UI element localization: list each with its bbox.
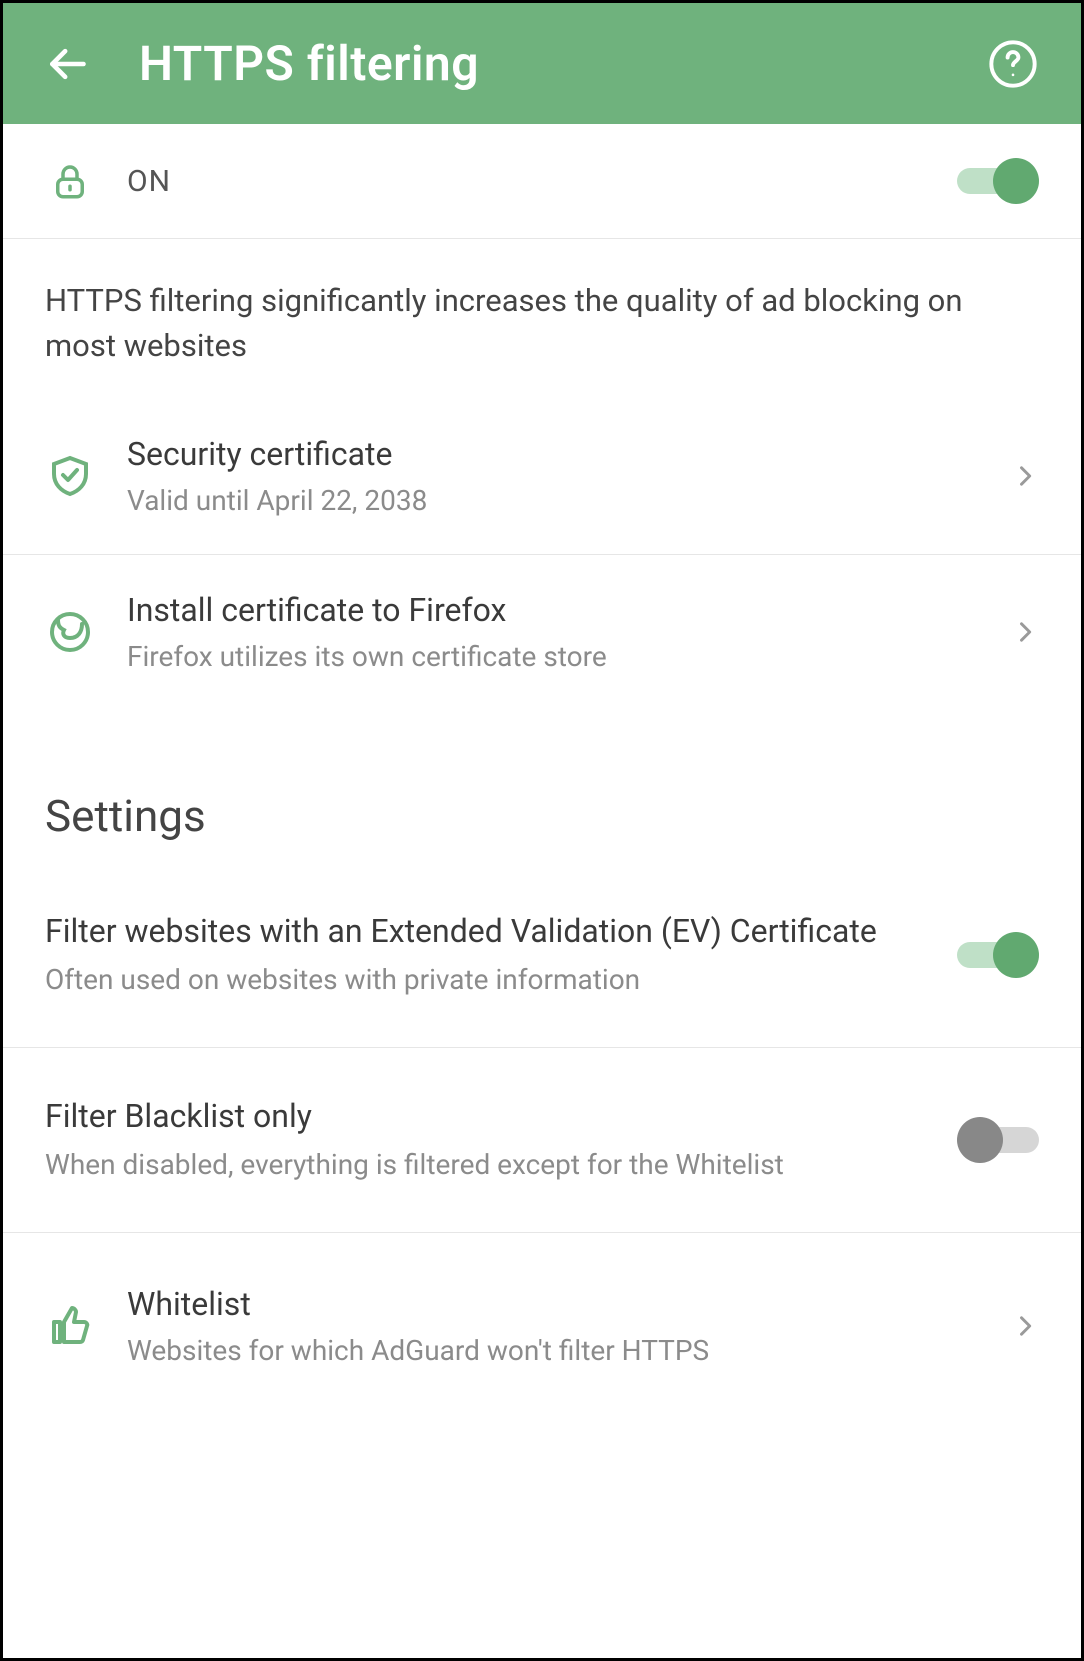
settings-section-header: Settings [3,710,1081,862]
ev-toggle[interactable] [957,932,1039,978]
whitelist-row[interactable]: Whitelist Websites for which AdGuard won… [3,1233,1081,1404]
https-toggle[interactable] [957,158,1039,204]
back-arrow-icon [45,42,89,86]
firefox-icon [46,608,94,656]
whitelist-title: Whitelist [127,1283,979,1326]
https-toggle-label: ON [127,164,925,199]
help-button[interactable] [987,38,1039,90]
install-firefox-row[interactable]: Install certificate to Firefox Firefox u… [3,555,1081,710]
firefox-subtitle: Firefox utilizes its own certificate sto… [127,638,979,676]
lock-icon [49,160,91,202]
security-cert-subtitle: Valid until April 22, 2038 [127,482,979,520]
firefox-title: Install certificate to Firefox [127,589,979,632]
app-header: HTTPS filtering [3,3,1081,124]
whitelist-subtitle: Websites for which AdGuard won't filter … [127,1332,979,1370]
https-info-text: HTTPS filtering significantly increases … [3,239,1081,399]
shield-check-icon [46,452,94,500]
ev-filter-row[interactable]: Filter websites with an Extended Validat… [3,862,1081,1048]
chevron-right-icon [1011,618,1039,646]
ev-title: Filter websites with an Extended Validat… [45,911,927,953]
blacklist-title: Filter Blacklist only [45,1096,927,1138]
chevron-right-icon [1011,462,1039,490]
security-cert-title: Security certificate [127,433,979,476]
chevron-right-icon [1011,1312,1039,1340]
page-title: HTTPS filtering [139,35,937,92]
thumbs-up-icon [46,1302,94,1350]
help-icon [987,38,1039,90]
security-certificate-row[interactable]: Security certificate Valid until April 2… [3,399,1081,555]
blacklist-filter-row[interactable]: Filter Blacklist only When disabled, eve… [3,1048,1081,1233]
https-filtering-toggle-row[interactable]: ON [3,124,1081,239]
blacklist-subtitle: When disabled, everything is filtered ex… [45,1147,927,1183]
ev-subtitle: Often used on websites with private info… [45,962,927,998]
blacklist-toggle[interactable] [957,1117,1039,1163]
back-button[interactable] [45,42,89,86]
